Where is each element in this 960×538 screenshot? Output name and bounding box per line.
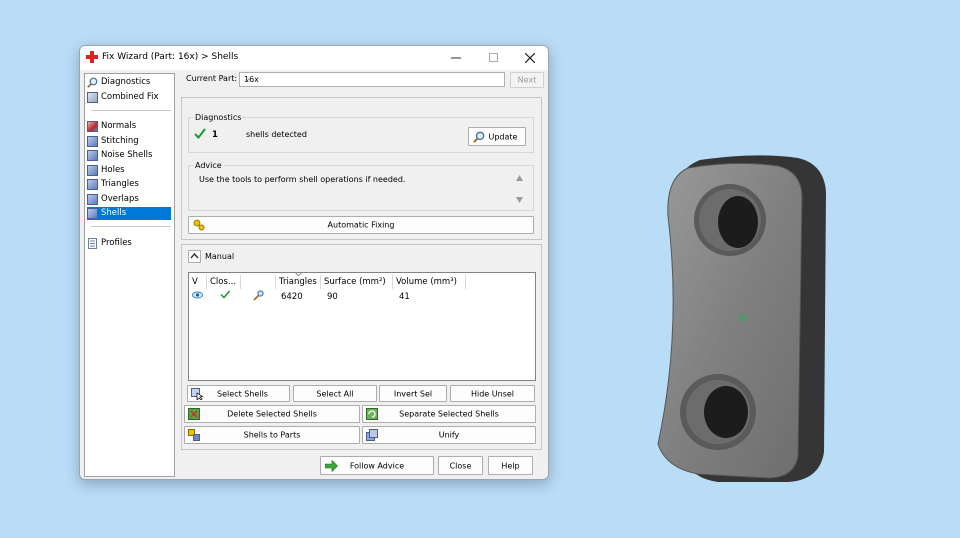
column-header-surface[interactable]: Surface (mm²) — [321, 275, 393, 289]
normals-icon — [87, 121, 98, 132]
close-button[interactable]: Close — [438, 456, 483, 475]
chevron-up-icon — [190, 252, 199, 259]
sidebar-item-holes[interactable]: Holes — [87, 164, 171, 177]
holes-icon — [87, 165, 98, 176]
sidebar-item-label: Noise Shells — [101, 150, 153, 160]
help-button[interactable]: Help — [488, 456, 533, 475]
sidebar-item-label: Overlaps — [101, 194, 139, 204]
sidebar-item-shells[interactable]: Shells — [87, 207, 171, 220]
shells-icon — [87, 208, 98, 219]
wrench-icon[interactable] — [253, 290, 264, 301]
diagnostics-group: 1 shells detected Update — [188, 117, 534, 153]
diagnostics-panel: 1 shells detected Update Diagnostics Use… — [181, 97, 542, 240]
delete-selected-shells-button[interactable]: Delete Selected Shells — [184, 405, 360, 423]
checkmark-icon — [220, 290, 230, 299]
sidebar-item-combined-fix[interactable]: Combined Fix — [87, 91, 171, 104]
sidebar-item-profiles[interactable]: Profiles — [87, 237, 171, 250]
part-3d-model[interactable] — [648, 152, 832, 492]
sidebar-item-triangles[interactable]: Triangles — [87, 178, 171, 191]
sidebar-item-normals[interactable]: Normals — [87, 120, 171, 133]
current-part-label: Current Part: — [186, 74, 238, 83]
checkmark-icon — [194, 128, 206, 139]
maximize-icon — [488, 53, 498, 62]
sidebar-item-overlaps[interactable]: Overlaps — [87, 193, 171, 206]
noise-shells-icon — [87, 150, 98, 161]
sidebar-item-stitching[interactable]: Stitching — [87, 135, 171, 148]
sidebar-item-label: Triangles — [101, 179, 139, 189]
manual-title: Manual — [205, 252, 235, 261]
sidebar-item-diagnostics[interactable]: Diagnostics — [87, 76, 171, 89]
sidebar-item-label: Normals — [101, 121, 137, 131]
chevron-down-icon: ⌄ — [244, 74, 251, 83]
stitching-icon — [87, 136, 98, 147]
automatic-fixing-button[interactable]: Automatic Fixing — [188, 216, 534, 234]
update-button[interactable]: Update — [468, 127, 526, 146]
unify-button[interactable]: Unify — [362, 426, 536, 444]
separate-selected-shells-button[interactable]: Separate Selected Shells — [362, 405, 536, 423]
sidebar-divider — [91, 110, 171, 111]
scroll-up-icon[interactable] — [516, 175, 523, 181]
maximize-button[interactable] — [475, 46, 511, 70]
advice-group: Use the tools to perform shell operation… — [188, 165, 534, 211]
window-title: Fix Wizard (Part: 16x) > Shells — [102, 52, 239, 62]
cube-icon — [87, 92, 98, 103]
fix-wizard-window: Fix Wizard (Part: 16x) > Shells Diagnost… — [79, 45, 549, 480]
next-button[interactable]: Next — [510, 72, 544, 88]
sidebar-item-label: Shells — [101, 208, 127, 218]
shell-count: 1 — [212, 130, 218, 140]
diagnostics-status: shells detected — [246, 130, 307, 139]
sidebar-item-label: Holes — [101, 165, 125, 175]
advice-text: Use the tools to perform shell operation… — [199, 175, 406, 184]
minimize-icon — [451, 57, 461, 59]
column-header-tool[interactable] — [241, 275, 276, 289]
red-cross-icon — [86, 51, 98, 63]
column-header-closed[interactable]: Clos... — [207, 275, 241, 289]
sidebar-item-label: Combined Fix — [101, 92, 159, 102]
invert-sel-button[interactable]: Invert Sel — [379, 385, 447, 402]
advice-title: Advice — [194, 161, 223, 170]
shells-table[interactable]: V Clos... Triangles Surface (mm²) Volume… — [188, 272, 536, 381]
row-triangles: 6420 — [281, 292, 303, 302]
column-header-volume[interactable]: Volume (mm³) — [393, 275, 466, 289]
close-icon — [524, 52, 536, 64]
hide-unsel-button[interactable]: Hide Unsel — [450, 385, 535, 402]
table-row[interactable]: 6420 90 41 — [189, 289, 535, 303]
triangles-icon — [87, 179, 98, 190]
sidebar-divider — [91, 226, 171, 227]
diagnostics-title: Diagnostics — [194, 113, 243, 122]
sidebar-item-label: Stitching — [101, 136, 139, 146]
magnifier-icon — [87, 77, 98, 88]
follow-advice-button[interactable]: Follow Advice — [320, 456, 434, 475]
current-part-combo[interactable]: 16x ⌄ — [239, 72, 505, 87]
scroll-down-icon[interactable] — [516, 197, 523, 203]
sidebar-item-noise-shells[interactable]: Noise Shells — [87, 149, 171, 162]
close-window-button[interactable] — [512, 46, 548, 70]
overlaps-icon — [87, 194, 98, 205]
column-header-triangles[interactable]: Triangles — [276, 275, 321, 289]
sidebar-item-label: Profiles — [101, 238, 132, 248]
select-shells-button[interactable]: Select Shells — [187, 385, 290, 402]
title-bar[interactable]: Fix Wizard (Part: 16x) > Shells — [80, 46, 548, 70]
profiles-icon — [88, 238, 97, 249]
shells-to-parts-button[interactable]: Shells to Parts — [184, 426, 360, 444]
select-all-button[interactable]: Select All — [293, 385, 377, 402]
row-volume: 41 — [399, 292, 410, 302]
sort-indicator-icon — [295, 272, 302, 276]
sidebar-item-label: Diagnostics — [101, 77, 151, 87]
minimize-button[interactable] — [438, 46, 474, 70]
collapse-manual-button[interactable] — [188, 250, 201, 263]
column-header-visible[interactable]: V — [189, 275, 207, 289]
eye-icon[interactable] — [192, 291, 203, 299]
row-surface: 90 — [327, 292, 338, 302]
sidebar: Diagnostics Combined Fix Normals Stitchi… — [84, 73, 175, 477]
